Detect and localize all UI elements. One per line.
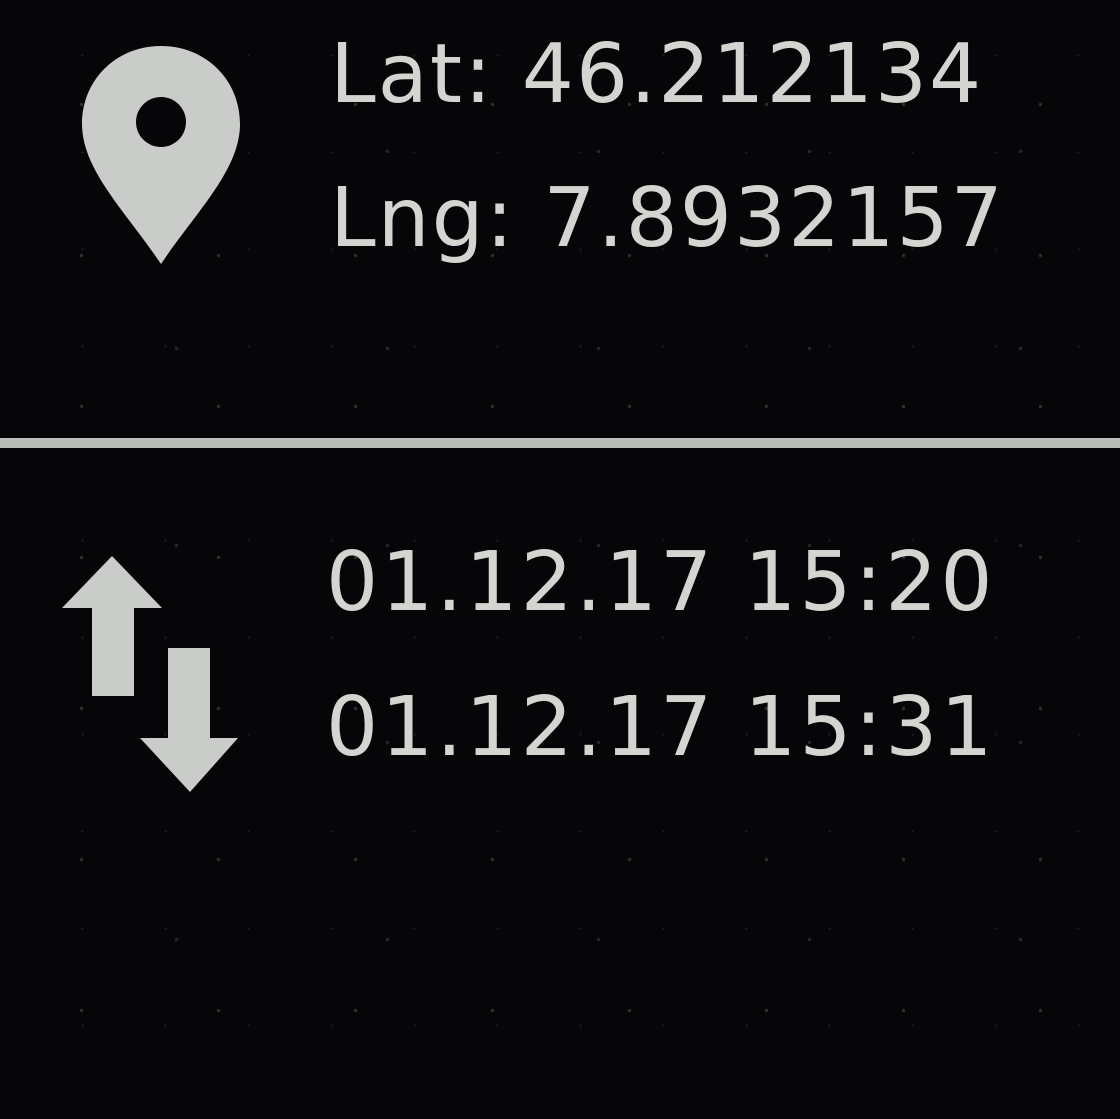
longitude-readout: Lng: 7.8932157 — [330, 171, 1005, 266]
upload-download-arrows-icon — [62, 556, 238, 792]
upload-timestamp: 01.12.17 15:20 — [326, 535, 996, 630]
section-divider — [0, 438, 1120, 448]
sync-panel: 01.12.17 15:20 01.12.17 15:31 — [0, 450, 1120, 1119]
download-timestamp: 01.12.17 15:31 — [326, 680, 996, 775]
latitude-readout: Lat: 46.212134 — [330, 27, 984, 122]
map-pin-icon — [82, 46, 240, 264]
location-panel: Lat: 46.212134 Lng: 7.8932157 — [0, 0, 1120, 440]
device-screen: Lat: 46.212134 Lng: 7.8932157 01.12.17 1… — [0, 0, 1120, 1119]
